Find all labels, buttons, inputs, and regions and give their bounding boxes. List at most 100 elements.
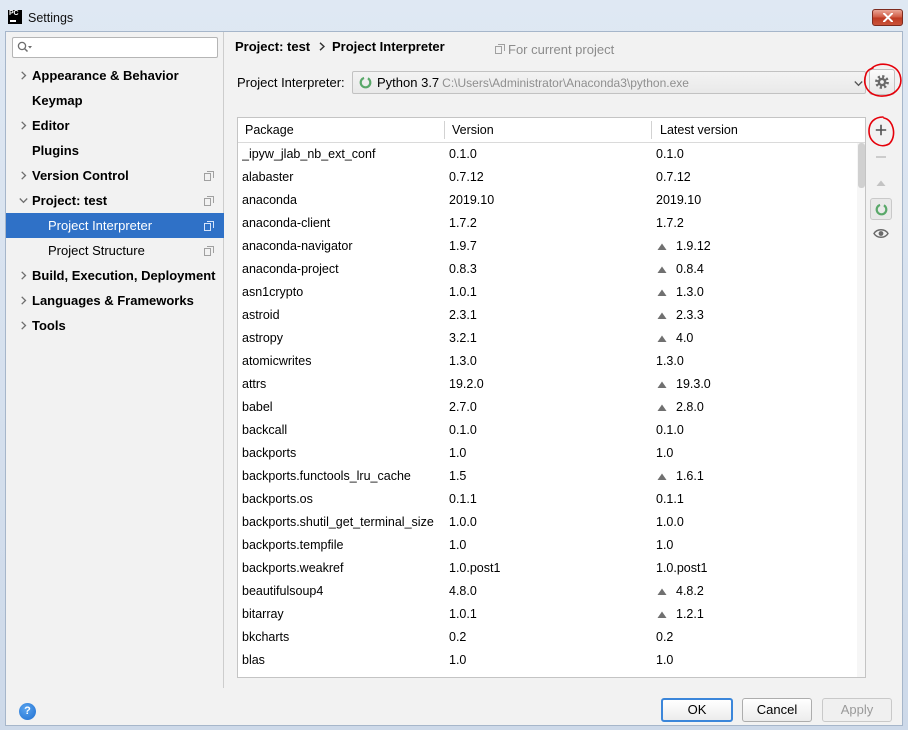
cancel-button[interactable]: Cancel: [742, 698, 812, 722]
chevron-right-icon[interactable]: [19, 71, 28, 80]
table-row[interactable]: astroid 2.3.1 2.3.3: [238, 304, 857, 327]
window-close-button[interactable]: [872, 9, 903, 26]
search-input[interactable]: [33, 39, 215, 56]
table-row[interactable]: anaconda-navigator 1.9.7 1.9.12: [238, 235, 857, 258]
settings-search[interactable]: [12, 37, 218, 58]
upgrade-icon: [876, 180, 886, 186]
package-version: 0.1.0: [449, 423, 477, 437]
table-row[interactable]: backports.shutil_get_terminal_size 1.0.0 1…: [238, 511, 857, 534]
table-row[interactable]: backports.weakref 1.0.post1 1.0.post1: [238, 557, 857, 580]
package-version: 1.0.post1: [449, 561, 501, 575]
chevron-down-icon[interactable]: [19, 196, 28, 205]
sidebar-item-label: Editor: [32, 118, 70, 133]
install-package-button[interactable]: [870, 119, 892, 141]
column-divider[interactable]: [651, 121, 652, 139]
sidebar-item-project-interpreter[interactable]: Project Interpreter: [6, 213, 224, 238]
help-button[interactable]: ?: [19, 703, 36, 720]
sidebar-item-version-control[interactable]: Version Control: [6, 163, 224, 188]
column-header-package[interactable]: Package: [245, 118, 294, 142]
package-version: 1.0: [449, 446, 467, 460]
table-row[interactable]: anaconda 2019.10 2019.10: [238, 189, 857, 212]
sidebar-item-keymap[interactable]: Keymap: [6, 88, 224, 113]
packages-table[interactable]: Package Version Latest version _ipyw_jla…: [237, 117, 866, 678]
table-row[interactable]: beautifulsoup4 4.8.0 4.8.2: [238, 580, 857, 603]
table-row[interactable]: blas 1.0 1.0: [238, 649, 857, 672]
project-scope-icon: [204, 196, 214, 206]
table-row[interactable]: backports.os 0.1.1 0.1.1: [238, 488, 857, 511]
conda-package-manager-icon: [875, 203, 888, 216]
upgrade-package-button[interactable]: [870, 172, 892, 194]
sidebar-item-appearance-behavior[interactable]: Appearance & Behavior: [6, 63, 224, 88]
sidebar-item-build-execution-deployment[interactable]: Build, Execution, Deployment: [6, 263, 224, 288]
table-row[interactable]: anaconda-project 0.8.3 0.8.4: [238, 258, 857, 281]
chevron-right-icon[interactable]: [19, 121, 28, 130]
package-latest-version: 0.7.12: [656, 170, 691, 184]
package-name: anaconda-navigator: [242, 239, 353, 253]
sidebar-item-plugins[interactable]: Plugins: [6, 138, 224, 163]
pycharm-logo-bar: [10, 20, 16, 22]
package-name: backports.shutil_get_terminal_size: [242, 515, 434, 529]
upgrade-available-icon: [657, 312, 667, 319]
sidebar-item-label: Project Structure: [48, 243, 145, 258]
chevron-down-icon[interactable]: [854, 79, 863, 88]
remove-icon: [876, 156, 886, 158]
search-icon[interactable]: [17, 41, 32, 54]
interpreter-settings-button[interactable]: [869, 69, 895, 95]
interpreter-name: Python 3.7: [377, 75, 440, 90]
show-early-releases-toggle[interactable]: [870, 223, 892, 245]
package-name: bkcharts: [242, 630, 290, 644]
table-row[interactable]: bitarray 1.0.1 1.2.1: [238, 603, 857, 626]
use-conda-package-manager-toggle[interactable]: [870, 198, 892, 220]
sidebar-item-project-structure[interactable]: Project Structure: [6, 238, 224, 263]
column-divider[interactable]: [444, 121, 445, 139]
package-name: backports.tempfile: [242, 538, 344, 552]
breadcrumb-current: Project Interpreter: [332, 39, 445, 54]
chevron-right-icon[interactable]: [19, 321, 28, 330]
sidebar-item-languages-frameworks[interactable]: Languages & Frameworks: [6, 288, 224, 313]
package-version: 1.7.2: [449, 216, 477, 230]
table-row[interactable]: alabaster 0.7.12 0.7.12: [238, 166, 857, 189]
sidebar-item-project-test[interactable]: Project: test: [6, 188, 224, 213]
ok-button[interactable]: OK: [661, 698, 733, 722]
sidebar-item-editor[interactable]: Editor: [6, 113, 224, 138]
package-latest-version: 2019.10: [656, 193, 702, 207]
column-header-version[interactable]: Version: [452, 118, 494, 142]
table-row[interactable]: backports.tempfile 1.0 1.0: [238, 534, 857, 557]
breadcrumb-parent[interactable]: Project: test: [235, 38, 310, 55]
table-row[interactable]: babel 2.7.0 2.8.0: [238, 396, 857, 419]
project-scope-icon: [204, 246, 214, 256]
apply-button[interactable]: Apply: [822, 698, 892, 722]
table-row[interactable]: backports.functools_lru_cache 1.5 1.6.1: [238, 465, 857, 488]
package-latest-version: 4.8.2: [676, 584, 704, 598]
gear-icon: [875, 75, 889, 89]
eye-icon: [873, 229, 889, 238]
table-row[interactable]: bkcharts 0.2 0.2: [238, 626, 857, 649]
chevron-right-icon[interactable]: [19, 296, 28, 305]
column-header-latest-version[interactable]: Latest version: [660, 118, 738, 142]
interpreter-label: Project Interpreter:: [237, 75, 345, 90]
upgrade-available-icon: [657, 611, 667, 618]
table-row[interactable]: backcall 0.1.0 0.1.0: [238, 419, 857, 442]
package-name: babel: [242, 400, 273, 414]
upgrade-available-icon: [657, 243, 667, 250]
table-row[interactable]: astropy 3.2.1 4.0: [238, 327, 857, 350]
package-version: 0.7.12: [449, 170, 484, 184]
table-row[interactable]: anaconda-client 1.7.2 1.7.2: [238, 212, 857, 235]
interpreter-combobox[interactable]: Python 3.7 C:\Users\Administrator\Anacond…: [352, 71, 866, 94]
add-icon: [875, 124, 887, 136]
table-row[interactable]: asn1crypto 1.0.1 1.3.0: [238, 281, 857, 304]
table-row[interactable]: attrs 19.2.0 19.3.0: [238, 373, 857, 396]
package-name: anaconda: [242, 193, 297, 207]
scrollbar-thumb[interactable]: [858, 143, 865, 188]
sidebar-item-tools[interactable]: Tools: [6, 313, 224, 338]
chevron-right-icon[interactable]: [19, 271, 28, 280]
table-scrollbar[interactable]: [857, 143, 865, 677]
package-name: bitarray: [242, 607, 284, 621]
table-row[interactable]: atomicwrites 1.3.0 1.3.0: [238, 350, 857, 373]
uninstall-package-button[interactable]: [870, 146, 892, 168]
chevron-right-icon[interactable]: [19, 171, 28, 180]
package-latest-version: 1.0: [656, 653, 674, 667]
table-row[interactable]: _ipyw_jlab_nb_ext_conf 0.1.0 0.1.0: [238, 143, 857, 166]
table-row[interactable]: backports 1.0 1.0: [238, 442, 857, 465]
sidebar-item-label: Project Interpreter: [48, 218, 153, 233]
